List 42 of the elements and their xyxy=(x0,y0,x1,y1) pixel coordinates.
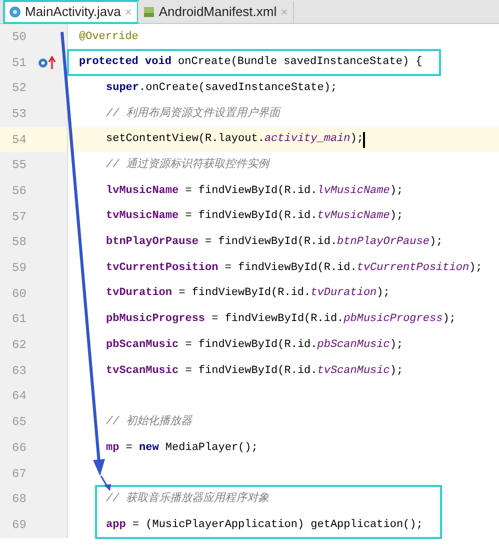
code-line: pbMusicProgress = findViewById(R.id.pbMusicProgress); xyxy=(106,312,456,328)
line-number: 52 xyxy=(12,80,26,98)
code-line: // 获取音乐播放器应用程序对象 xyxy=(106,490,269,507)
code-line: tvMusicName = findViewById(R.id.tvMusicName); xyxy=(106,209,404,224)
code-line: // 通过资源标识符获取控件实例 xyxy=(106,157,269,174)
code-line: @Override xyxy=(79,30,138,45)
line-number: 51 xyxy=(12,54,26,72)
code-line: btnPlayOrPause = findViewById(R.id.btnPlayOrPause); xyxy=(106,235,443,250)
line-number: 55 xyxy=(12,157,26,174)
line-number: 53 xyxy=(12,106,26,123)
line-number: 64 xyxy=(12,388,26,406)
code-line: tvCurrentPosition = findViewById(R.id.tvCurrentPosition); xyxy=(106,260,482,276)
line-number: 57 xyxy=(12,208,26,226)
line-number: 65 xyxy=(12,414,26,432)
code-line: pbScanMusic = findViewById(R.id.pbScanMusic); xyxy=(106,338,404,353)
line-number: 60 xyxy=(12,286,26,303)
line-number: 56 xyxy=(12,182,26,200)
code-line: tvDuration = findViewById(R.id.tvDuration); xyxy=(106,286,390,302)
manifest-file-icon xyxy=(142,6,155,18)
line-number: 61 xyxy=(12,311,26,328)
line-number: 62 xyxy=(12,337,26,354)
code-line: protected void onCreate(Bundle savedInstanceState) { xyxy=(79,55,422,70)
line-number: 67 xyxy=(12,466,26,483)
line-number: 58 xyxy=(12,234,26,252)
code-line: // 初始化播放器 xyxy=(106,414,192,430)
code-line: tvScanMusic = findViewById(R.id.tvScanMusic); xyxy=(106,364,404,379)
code-line: mp = new MediaPlayer(); xyxy=(106,440,258,456)
code-line: app = (MusicPlayerApplication) getApplication(); xyxy=(106,518,423,533)
line-number: 54 xyxy=(12,132,26,149)
class-file-icon xyxy=(9,6,21,18)
code-line: setContentView(R.layout.activity_main); xyxy=(106,132,364,148)
line-number: 69 xyxy=(12,516,26,534)
editor-tab[interactable]: MainActivity.java × xyxy=(4,1,138,23)
code-line: super.onCreate(savedInstanceState); xyxy=(106,80,338,96)
line-number: 63 xyxy=(12,362,26,380)
line-number: 59 xyxy=(12,260,26,278)
code-line: lvMusicName = findViewById(R.id.lvMusicName); xyxy=(106,184,404,199)
line-number: 50 xyxy=(12,28,26,46)
line-number: 68 xyxy=(12,491,26,508)
line-number: 66 xyxy=(12,440,26,457)
override-icon[interactable] xyxy=(38,56,56,70)
code-line: // 利用布局资源文件设置用户界面 xyxy=(106,106,280,122)
